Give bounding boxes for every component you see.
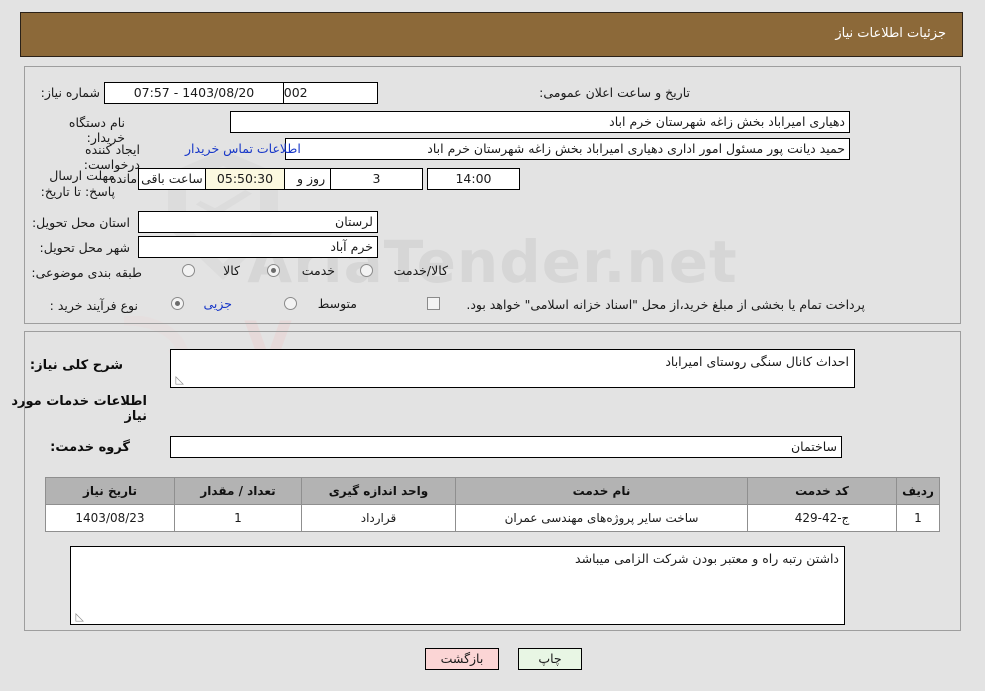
resize-grip-icon[interactable]: ◺	[174, 374, 184, 385]
col-row: ردیف	[896, 477, 940, 505]
process-radio-motevaset[interactable]	[284, 297, 297, 310]
col-name: نام خدمت	[455, 477, 748, 505]
process-label-motevaset: متوسط	[317, 296, 357, 311]
buyer-contact-link[interactable]: اطلاعات تماس خریدار	[185, 138, 301, 160]
need-info-panel	[24, 66, 961, 324]
category-label: طبقه بندی موضوعی:	[31, 265, 142, 280]
public-announce-value: 1403/08/20 - 07:57	[104, 82, 284, 104]
process-label: نوع فرآیند خرید :	[49, 298, 138, 313]
buyer-org-label: نام دستگاه خریدار:	[68, 115, 125, 145]
cell-date: 1403/08/23	[45, 504, 175, 532]
resize-grip-icon-2[interactable]: ◺	[74, 611, 84, 622]
need-number-label: شماره نیاز:	[40, 85, 100, 100]
col-qty: تعداد / مقدار	[174, 477, 302, 505]
category-label-kala: کالا	[223, 263, 240, 278]
general-desc-label: شرح کلی نیاز:	[29, 358, 123, 373]
service-group-value: ساختمان	[170, 436, 842, 458]
cell-name: ساخت سایر پروژه‌های مهندسی عمران	[455, 504, 748, 532]
general-desc-textarea[interactable]: احداث کانال سنگی روستای امیراباد ◺	[170, 349, 855, 388]
category-label-khedmat: خدمت	[301, 263, 335, 278]
process-label-jozi: جزیی	[203, 296, 232, 311]
page-title: جزئیات اطلاعات نیاز	[835, 26, 946, 41]
deadline-label: مهلت ارسال پاسخ: تا تاریخ:	[40, 168, 115, 199]
province-label: استان محل تحویل:	[31, 215, 130, 230]
cell-unit: قرارداد	[301, 504, 456, 532]
requester-value: حمید دیانت پور مسئول امور اداری دهیاری ا…	[285, 138, 850, 160]
print-button[interactable]: چاپ	[518, 648, 582, 670]
category-radio-kala-khedmat[interactable]	[360, 264, 373, 277]
buyer-org-value: دهیاری امیراباد بخش زاغه شهرستان خرم ابا…	[230, 111, 850, 133]
deadline-time-value: 14:00	[427, 168, 520, 190]
days-label: روز و	[297, 171, 326, 186]
treasury-checkbox-label: پرداخت تمام یا بخشی از مبلغ خرید،از محل …	[466, 297, 865, 312]
city-value: خرم آباد	[138, 236, 378, 258]
public-announce-label: تاریخ و ساعت اعلان عمومی:	[539, 85, 690, 100]
back-button[interactable]: بازگشت	[425, 648, 499, 670]
process-radio-jozi[interactable]	[171, 297, 184, 310]
col-date: تاریخ نیاز	[45, 477, 175, 505]
buyer-notes-value: داشتن رتبه راه و معتبر بودن شرکت الزامی …	[575, 551, 839, 566]
table-header-row: ردیف کد خدمت نام خدمت واحد اندازه گیری ت…	[45, 477, 940, 505]
province-value: لرستان	[138, 211, 378, 233]
category-label-kala-khedmat: کالا/خدمت	[393, 263, 448, 278]
treasury-checkbox[interactable]	[427, 297, 440, 310]
days-value: 3	[330, 168, 423, 190]
remaining-label: ساعت باقی مانده	[110, 171, 203, 186]
cell-qty: 1	[174, 504, 302, 532]
cell-row: 1	[896, 504, 940, 532]
category-radio-khedmat[interactable]	[267, 264, 280, 277]
col-unit: واحد اندازه گیری	[301, 477, 456, 505]
table-row: 1 ج-42-429 ساخت سایر پروژه‌های مهندسی عم…	[45, 504, 940, 532]
services-section-title: اطلاعات خدمات مورد نیاز	[11, 394, 147, 424]
countdown-value: 05:50:30	[205, 168, 285, 190]
category-radio-kala[interactable]	[182, 264, 195, 277]
buyer-notes-textarea[interactable]: داشتن رتبه راه و معتبر بودن شرکت الزامی …	[70, 546, 845, 625]
general-desc-value: احداث کانال سنگی روستای امیراباد	[665, 354, 849, 369]
col-code: کد خدمت	[747, 477, 897, 505]
page-header-bar: جزئیات اطلاعات نیاز	[20, 12, 963, 57]
cell-code: ج-42-429	[747, 504, 897, 532]
service-group-label: گروه خدمت:	[50, 440, 130, 455]
city-label: شهر محل تحویل:	[39, 240, 130, 255]
services-table: ردیف کد خدمت نام خدمت واحد اندازه گیری ت…	[45, 477, 940, 532]
